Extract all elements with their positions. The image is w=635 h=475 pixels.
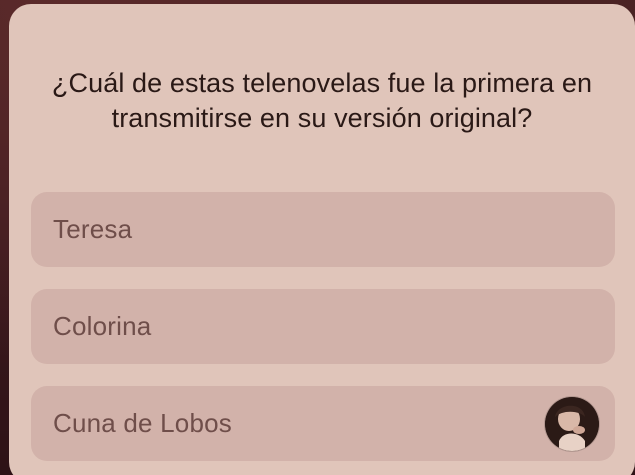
avatar [545,396,599,451]
avatar-icon [545,396,599,451]
answer-option-label: Cuna de Lobos [53,408,232,438]
answer-option-cuna-de-lobos[interactable]: Cuna de Lobos [31,386,615,461]
answer-option-label: Teresa [53,214,133,244]
answer-option-teresa[interactable]: Teresa [31,192,615,267]
question-text: ¿Cuál de estas telenovelas fue la primer… [51,68,593,133]
answer-option-colorina[interactable]: Colorina [31,289,615,364]
quiz-card: ¿Cuál de estas telenovelas fue la primer… [9,4,635,475]
answer-option-label: Colorina [53,311,152,341]
